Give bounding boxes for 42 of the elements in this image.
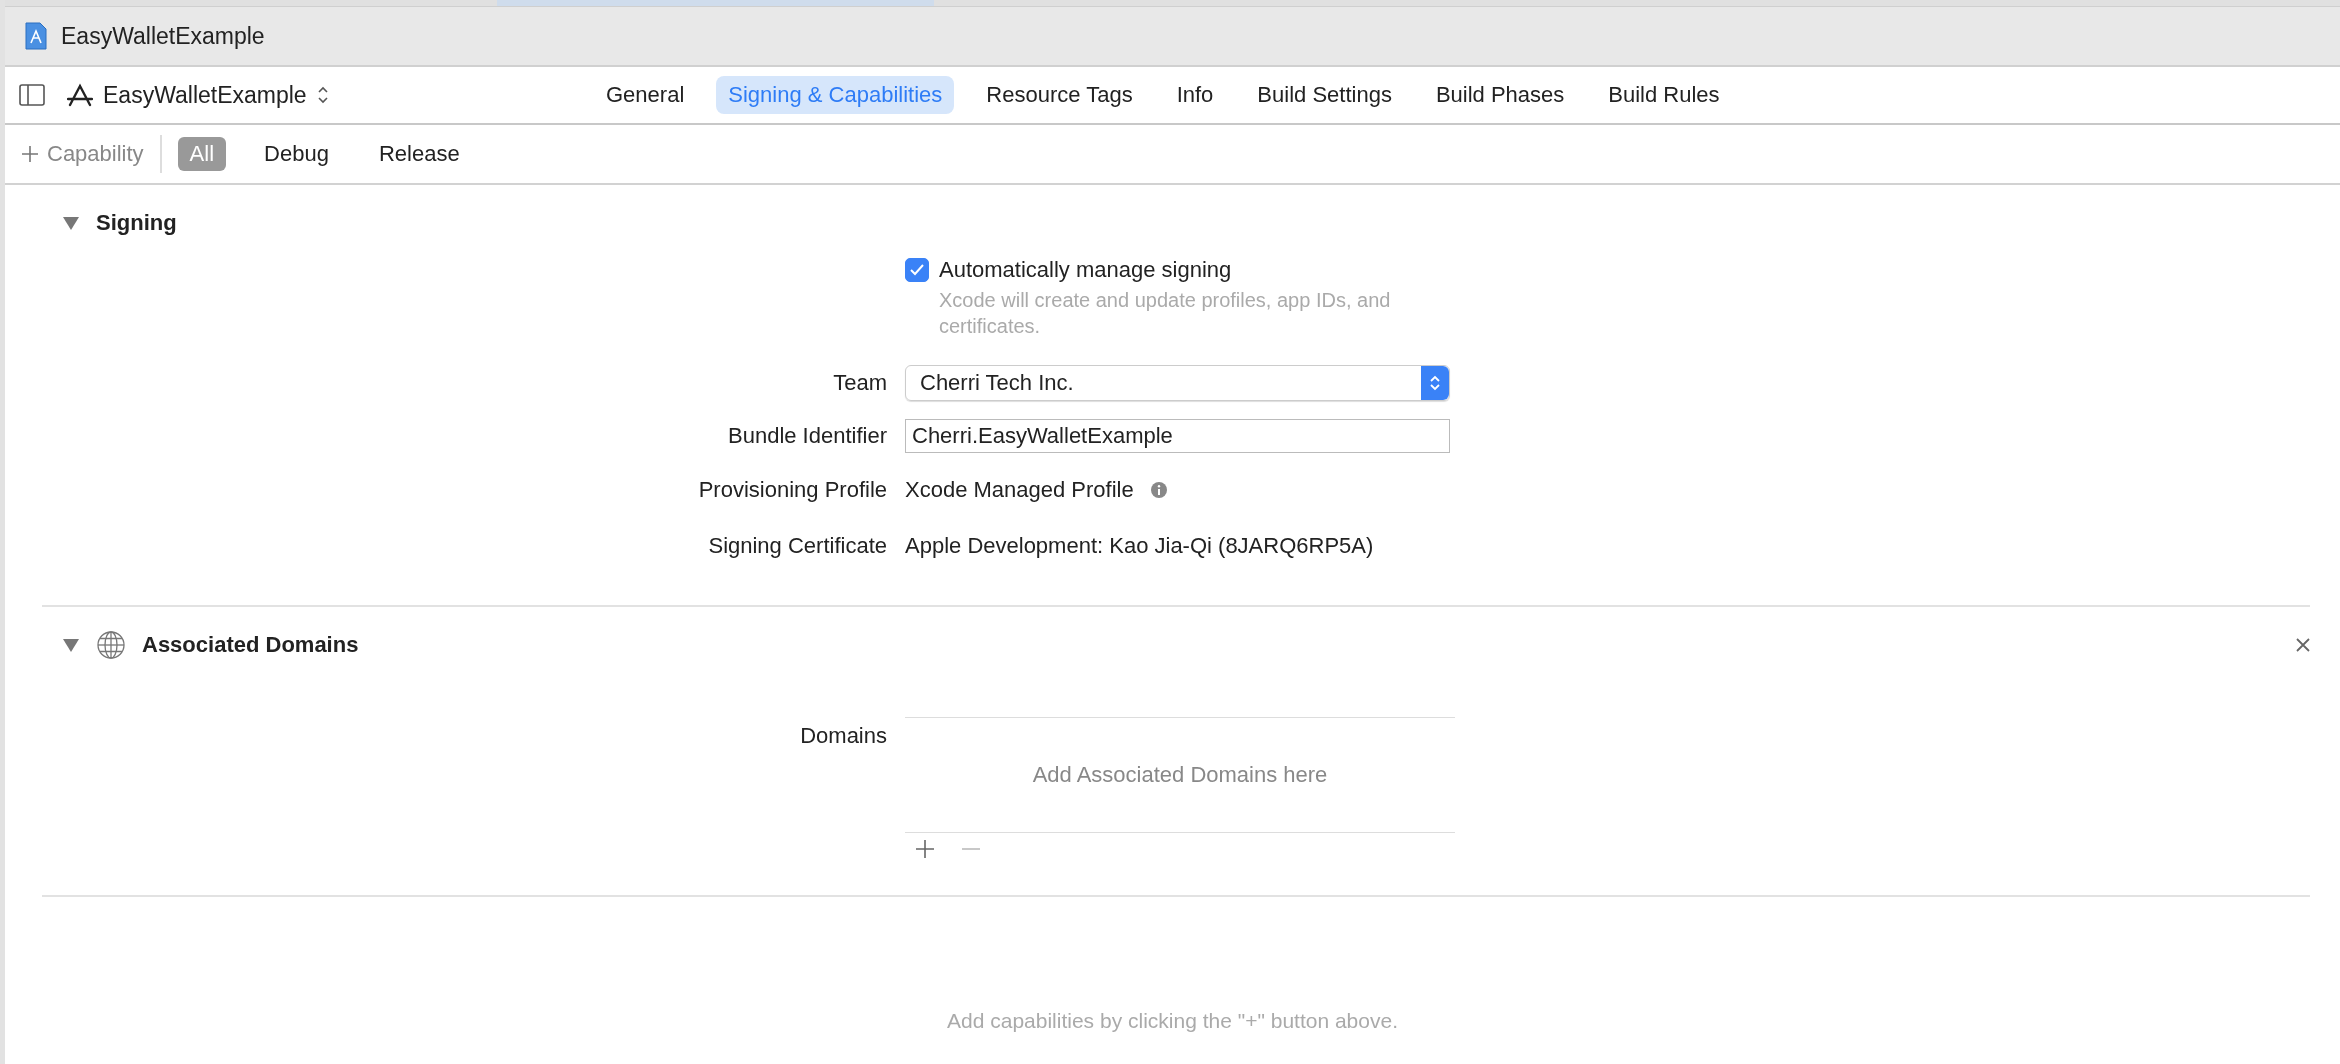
project-file-icon	[25, 22, 47, 50]
globe-icon	[96, 630, 126, 660]
team-popup[interactable]: Cherri Tech Inc.	[905, 365, 1450, 401]
plus-icon	[21, 145, 39, 163]
plus-icon[interactable]	[915, 839, 935, 859]
configuration-filter[interactable]: Debug	[252, 137, 341, 171]
sidebar-toggle-icon[interactable]	[19, 84, 45, 106]
chevron-up-down-icon	[316, 85, 329, 105]
checkbox-label: Automatically manage signing	[939, 257, 1232, 283]
field-value: Xcode Managed Profile	[905, 477, 1134, 503]
checkbox[interactable]	[905, 258, 929, 282]
list-placeholder: Add Associated Domains here	[1032, 762, 1328, 788]
editor-tab[interactable]: Build Phases	[1423, 76, 1577, 114]
section-title: Associated Domains	[142, 632, 359, 658]
field-value: Apple Development: Kao Jia-Qi (8JARQ6RP5A)	[905, 533, 1374, 559]
section-title: Signing	[96, 210, 177, 236]
configuration-filter[interactable]: Release	[366, 137, 472, 171]
field-label: Provisioning Profile	[697, 477, 887, 503]
app-target-icon	[67, 83, 93, 107]
editor-tab[interactable]: Resource Tags	[974, 76, 1145, 114]
field-label: Bundle Identifier	[727, 423, 887, 449]
editor-tab[interactable]: Info	[1164, 76, 1226, 114]
domains-input-field[interactable]: Add Associated Domains here	[905, 717, 1455, 833]
target-selector[interactable]: EasyWalletExample	[67, 81, 329, 109]
empty-hint-text: Add capabilities by clicking the "+" button above.	[946, 1009, 1399, 1033]
editor-tab[interactable]: General	[594, 76, 697, 114]
add-capability-button[interactable]: Capability	[21, 141, 144, 167]
field-label: Team	[832, 370, 887, 396]
field-label: Domains	[799, 722, 887, 749]
editor-tab[interactable]: Build Settings	[1245, 76, 1404, 114]
info-icon[interactable]	[1149, 481, 1168, 499]
help-text: Xcode will create and update profiles, app IDs, and certificates.	[939, 288, 1392, 339]
disclosure-triangle-icon[interactable]	[62, 637, 80, 653]
disclosure-triangle-icon[interactable]	[62, 215, 80, 231]
chevron-up-down-icon	[1429, 374, 1441, 392]
target-name: EasyWalletExample	[103, 81, 307, 109]
close-icon[interactable]	[2296, 638, 2310, 652]
text-field[interactable]: Cherri.EasyWalletExample	[905, 419, 1450, 453]
checkmark-icon	[910, 264, 924, 276]
editor-tab[interactable]: Build Rules	[1596, 76, 1732, 114]
window-title: EasyWalletExample	[61, 22, 265, 50]
field-label: Signing Certificate	[707, 533, 887, 559]
